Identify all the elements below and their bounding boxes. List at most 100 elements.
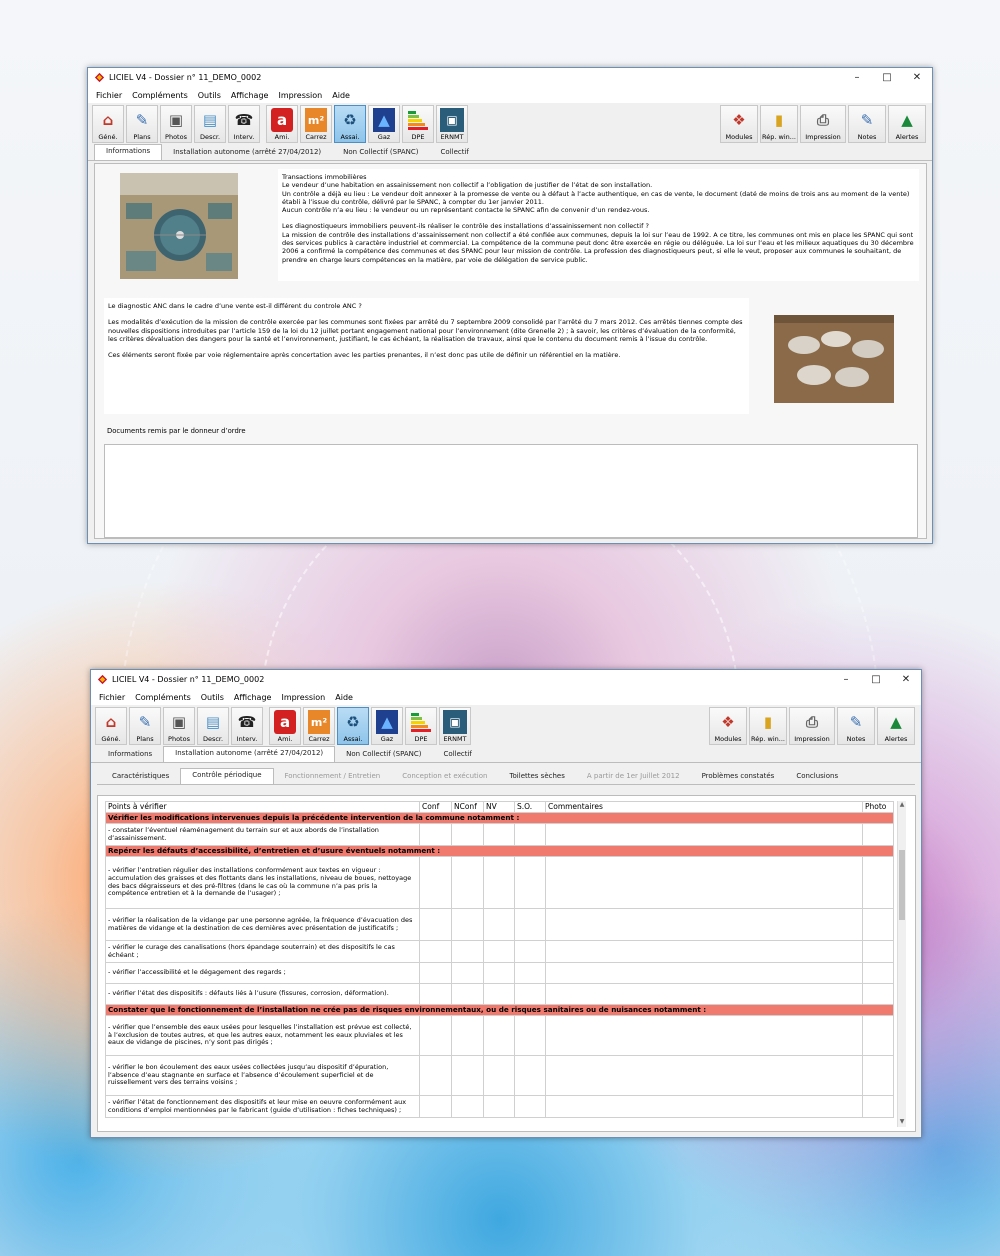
toolbar-interv-button[interactable]: ☎ Interv. bbox=[228, 105, 260, 143]
notes-icon: ✎ bbox=[849, 713, 863, 731]
toolbar-assai-button[interactable]: ♻ Assai. bbox=[334, 105, 366, 143]
energy-label-icon bbox=[405, 108, 431, 132]
tab-informations[interactable]: Informations bbox=[97, 748, 163, 762]
tab-collectif[interactable]: Collectif bbox=[433, 748, 483, 762]
camera-icon: ▣ bbox=[171, 713, 187, 731]
close-icon[interactable]: ✕ bbox=[902, 72, 932, 83]
subtab-controle-periodique[interactable]: Contrôle périodique bbox=[180, 768, 274, 784]
toolbar-ernmt-button[interactable]: ▣ ERNMT bbox=[436, 105, 468, 143]
menu-complements[interactable]: Compléments bbox=[132, 91, 188, 100]
col-photo[interactable]: Photo bbox=[862, 801, 894, 813]
toolbar-dpe-button[interactable]: DPE bbox=[402, 105, 434, 143]
toolbar-alertes-button[interactable]: ▲ Alertes bbox=[888, 105, 926, 143]
menu-affichage[interactable]: Affichage bbox=[231, 91, 269, 100]
table-row[interactable]: - vérifier le curage des canalisations (… bbox=[105, 940, 894, 963]
tab-non-collectif[interactable]: Non Collectif (SPANC) bbox=[332, 146, 429, 160]
table-row[interactable]: - vérifier l’état des dispositifs : défa… bbox=[105, 983, 894, 1005]
col-conf[interactable]: Conf bbox=[419, 801, 452, 813]
col-nv[interactable]: NV bbox=[483, 801, 515, 813]
toolbar-plans-button[interactable]: ✎ Plans bbox=[126, 105, 158, 143]
toolbar-photos-button[interactable]: ▣ Photos bbox=[163, 707, 195, 745]
house-icon: ⌂ bbox=[102, 111, 114, 129]
table-row[interactable]: - vérifier l’entretien régulier des inst… bbox=[105, 856, 894, 909]
table-row[interactable]: - vérifier la réalisation de la vidange … bbox=[105, 908, 894, 941]
toolbar-impression-button[interactable]: ⎙ Impression bbox=[789, 707, 835, 745]
menu-aide[interactable]: Aide bbox=[332, 91, 350, 100]
toolbar-ami-button[interactable]: a Ami. bbox=[269, 707, 301, 745]
tab-informations[interactable]: Informations bbox=[94, 144, 163, 160]
toolbar-descr-button[interactable]: ▤ Descr. bbox=[197, 707, 229, 745]
minimize-icon[interactable]: – bbox=[842, 72, 872, 83]
printer-icon: ⎙ bbox=[805, 713, 818, 731]
treatment-plant-photo bbox=[120, 173, 238, 279]
toolbar-rep-win-button[interactable]: ▮ Rép. win... bbox=[749, 707, 787, 745]
menu-aide[interactable]: Aide bbox=[335, 693, 353, 702]
menu-fichier[interactable]: Fichier bbox=[99, 693, 125, 702]
toolbar-interv-button[interactable]: ☎ Interv. bbox=[231, 707, 263, 745]
toolbar-impression-button[interactable]: ⎙ Impression bbox=[800, 105, 846, 143]
toolbar-plans-button[interactable]: ✎ Plans bbox=[129, 707, 161, 745]
table-row[interactable]: - vérifier le bon écoulement des eaux us… bbox=[105, 1055, 894, 1096]
subtab-problemes[interactable]: Problèmes constatés bbox=[691, 770, 786, 784]
toolbar-gaz-button[interactable]: ▲ Gaz bbox=[371, 707, 403, 745]
scroll-thumb[interactable] bbox=[899, 850, 905, 920]
tab-installation-autonome[interactable]: Installation autonome (arrêté 27/04/2012… bbox=[162, 146, 332, 160]
puzzle-icon: ❖ bbox=[732, 111, 746, 129]
tab-non-collectif[interactable]: Non Collectif (SPANC) bbox=[335, 748, 432, 762]
menu-fichier[interactable]: Fichier bbox=[96, 91, 122, 100]
menu-affichage[interactable]: Affichage bbox=[234, 693, 272, 702]
subtab-caracteristiques[interactable]: Caractéristiques bbox=[101, 770, 180, 784]
table-header-row: Points à vérifier Conf NConf NV S.O. Com… bbox=[105, 801, 894, 813]
printer-icon: ⎙ bbox=[816, 111, 829, 129]
col-so[interactable]: S.O. bbox=[514, 801, 546, 813]
subtab-juillet-2012[interactable]: A partir de 1er Juillet 2012 bbox=[576, 770, 691, 784]
table-row[interactable]: - vérifier que l’ensemble des eaux usées… bbox=[105, 1015, 894, 1056]
scroll-up-icon[interactable]: ▲ bbox=[898, 801, 906, 810]
faucet-icon: ♻ bbox=[346, 713, 360, 731]
menu-impression[interactable]: Impression bbox=[278, 91, 322, 100]
table-row[interactable]: - vérifier l’état de fonctionnement des … bbox=[105, 1095, 894, 1118]
toolbar-assai-button[interactable]: ♻ Assai. bbox=[337, 707, 369, 745]
toolbar-notes-button[interactable]: ✎ Notes bbox=[848, 105, 886, 143]
subtab-toilettes-seches[interactable]: Toilettes sèches bbox=[498, 770, 575, 784]
close-icon[interactable]: ✕ bbox=[891, 674, 921, 685]
maximize-icon[interactable]: □ bbox=[872, 72, 902, 83]
toolbar-gene-button[interactable]: ⌂ Géné. bbox=[95, 707, 127, 745]
window-bottom: LICIEL V4 - Dossier n° 11_DEMO_0002 – □ … bbox=[90, 669, 922, 1138]
vertical-scrollbar[interactable]: ▲ ▼ bbox=[897, 801, 906, 1127]
menu-impression[interactable]: Impression bbox=[281, 693, 325, 702]
toolbar-dpe-button[interactable]: DPE bbox=[405, 707, 437, 745]
documents-textarea[interactable] bbox=[104, 444, 918, 538]
toolbar-alertes-button[interactable]: ▲ Alertes bbox=[877, 707, 915, 745]
toolbar-descr-button[interactable]: ▤ Descr. bbox=[194, 105, 226, 143]
maximize-icon[interactable]: □ bbox=[861, 674, 891, 685]
toolbar-gaz-button[interactable]: ▲ Gaz bbox=[368, 105, 400, 143]
minimize-icon[interactable]: – bbox=[831, 674, 861, 685]
menu-outils[interactable]: Outils bbox=[198, 91, 221, 100]
subtab-conclusions[interactable]: Conclusions bbox=[785, 770, 849, 784]
asbestos-a-icon: a bbox=[274, 710, 296, 734]
toolbar-carrez-button[interactable]: m² Carrez bbox=[300, 105, 332, 143]
subtab-conception[interactable]: Conception et exécution bbox=[391, 770, 498, 784]
menu-complements[interactable]: Compléments bbox=[135, 693, 191, 702]
toolbar-modules-button[interactable]: ❖ Modules bbox=[709, 707, 747, 745]
toolbar-carrez-button[interactable]: m² Carrez bbox=[303, 707, 335, 745]
tab-collectif[interactable]: Collectif bbox=[430, 146, 480, 160]
col-commentaires[interactable]: Commentaires bbox=[545, 801, 863, 813]
toolbar-modules-button[interactable]: ❖ Modules bbox=[720, 105, 758, 143]
col-nconf[interactable]: NConf bbox=[451, 801, 484, 813]
toolbar-rep-win-button[interactable]: ▮ Rép. win... bbox=[760, 105, 798, 143]
toolbar-ernmt-button[interactable]: ▣ ERNMT bbox=[439, 707, 471, 745]
subtab-fonctionnement[interactable]: Fonctionnement / Entretien bbox=[274, 770, 392, 784]
scroll-down-icon[interactable]: ▼ bbox=[898, 1118, 906, 1127]
toolbar-photos-button[interactable]: ▣ Photos bbox=[160, 105, 192, 143]
col-points[interactable]: Points à vérifier bbox=[105, 801, 420, 813]
gas-flame-icon: ▲ bbox=[373, 108, 395, 132]
table-row[interactable]: - constater l’éventuel réaménagement du … bbox=[105, 823, 894, 846]
tab-installation-autonome[interactable]: Installation autonome (arrêté 27/04/2012… bbox=[163, 746, 336, 762]
toolbar-gene-button[interactable]: ⌂ Géné. bbox=[92, 105, 124, 143]
table-row[interactable]: - vérifier l’accessibilité et le dégagem… bbox=[105, 962, 894, 984]
toolbar-notes-button[interactable]: ✎ Notes bbox=[837, 707, 875, 745]
menu-outils[interactable]: Outils bbox=[201, 693, 224, 702]
toolbar-ami-button[interactable]: a Ami. bbox=[266, 105, 298, 143]
